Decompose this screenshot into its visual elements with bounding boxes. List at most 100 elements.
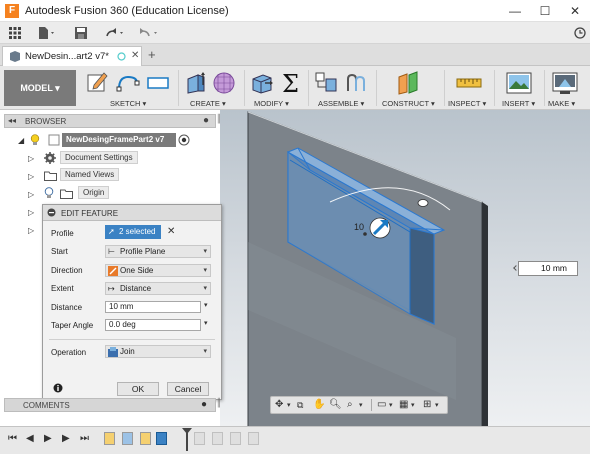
dialog-collapse-icon[interactable] [47,208,56,219]
3d-print-icon[interactable] [552,71,578,94]
play-icon[interactable]: ▶ [44,433,52,444]
display-settings-icon[interactable]: ▭ [377,399,386,410]
dialog-header[interactable]: EDIT FEATURE [43,205,221,221]
origin-item[interactable]: Origin [78,186,110,199]
timeline-suppressed-icon[interactable] [212,432,223,445]
line-arc-icon[interactable] [116,71,140,93]
origin-visibility-bulb-icon[interactable] [44,187,54,201]
construct-group[interactable]: CONSTRUCT ▾ [380,68,442,108]
browser-panel-header[interactable]: ◂◂ BROWSER ● [4,114,216,128]
timeline-marker-handle-icon[interactable] [182,428,192,434]
taper-angle-input[interactable]: 0.0 deg [105,319,201,331]
cancel-button[interactable]: Cancel [167,382,209,396]
new-component-icon[interactable] [314,71,338,93]
orbit-icon[interactable]: ✥ [275,399,283,410]
make-group[interactable]: MAKE ▾ [546,68,586,108]
assemble-menu-label[interactable]: ASSEMBLE ▾ [318,99,364,108]
measure-icon[interactable] [456,71,482,93]
ok-button[interactable]: OK [117,382,159,396]
timeline-sketch-icon[interactable] [140,432,151,445]
modify-group[interactable]: Σ MODIFY ▾ [248,68,306,108]
viewports-icon[interactable]: ⊞ [423,399,431,410]
start-dropdown[interactable]: ⊢ Profile Plane ▾ [105,245,211,258]
inspect-menu-label[interactable]: INSPECT ▾ [448,99,486,108]
browser-splitter-icon[interactable]: ║ [216,114,222,123]
joint-icon[interactable] [344,71,368,93]
taper-caret-icon[interactable]: ▾ [204,319,208,327]
comments-add-icon[interactable]: ● [201,399,207,410]
orbit-caret-icon[interactable]: ▾ [287,401,291,409]
pan-hand-icon[interactable]: ✋ [313,399,325,410]
file-menu-icon[interactable] [36,24,58,42]
sketch-menu-label[interactable]: SKETCH ▾ [110,99,146,108]
close-tab-icon[interactable]: ✕ [131,50,139,61]
expand-bodies-icon[interactable]: ▷ [28,208,34,217]
root-visibility-bulb-icon[interactable] [30,134,40,148]
rectangle-icon[interactable] [146,71,170,93]
timeline-suppressed-icon[interactable] [230,432,241,445]
redo-icon[interactable] [136,24,162,42]
document-settings-item[interactable]: Document Settings [60,151,138,164]
comments-panel-header[interactable]: COMMENTS ● [4,398,216,412]
construct-menu-label[interactable]: CONSTRUCT ▾ [382,99,435,108]
distance-input[interactable]: 10 mm [105,301,201,313]
insert-group[interactable]: INSERT ▾ [498,68,540,108]
undo-icon[interactable] [102,24,128,42]
grid-settings-icon[interactable]: ▦ [399,399,408,410]
direction-dropdown[interactable]: One Side ▾ [105,264,211,277]
expand-origin-icon[interactable]: ▷ [28,190,34,199]
comments-splitter-icon[interactable]: ║ [216,398,222,407]
go-to-start-icon[interactable]: ⏮ [8,433,17,444]
fit-zoom-icon[interactable]: ⌕ [347,399,353,410]
distance-manipulator-input[interactable]: 10 mm [518,261,578,276]
timeline-suppressed-icon[interactable] [194,432,205,445]
named-views-item[interactable]: Named Views [60,168,120,181]
minimize-button[interactable]: — [500,0,530,22]
extrude-icon[interactable] [184,71,208,94]
modify-menu-label[interactable]: MODIFY ▾ [254,99,289,108]
timeline-extrude-icon[interactable] [122,432,133,445]
create-menu-label[interactable]: CREATE ▾ [190,99,226,108]
viewports-caret-icon[interactable]: ▾ [435,401,439,409]
save-icon[interactable] [72,24,90,42]
browser-pin-icon[interactable]: ● [203,115,209,126]
root-collapse-icon[interactable]: ◢ [18,136,24,145]
data-panel-grid-icon[interactable] [6,24,24,42]
extent-dropdown[interactable]: ↦ Distance ▾ [105,282,211,295]
grid-caret-icon[interactable]: ▾ [411,401,415,409]
go-to-end-icon[interactable]: ⏭ [80,433,89,444]
timeline-suppressed-icon[interactable] [248,432,259,445]
new-tab-plus-icon[interactable]: + [148,47,156,62]
timeline-sketch-icon[interactable] [104,432,115,445]
zoom-icon[interactable]: 🔍︎ [329,399,342,410]
step-forward-icon[interactable]: ▶ [62,433,70,444]
expand-document-settings-icon[interactable]: ▷ [28,154,34,163]
offset-plane-icon[interactable] [396,71,420,95]
workspace-switcher[interactable]: MODEL ▾ [4,70,76,106]
inspect-group[interactable]: INSPECT ▾ [448,68,490,108]
clear-selection-icon[interactable]: ✕ [167,226,175,237]
insert-image-icon[interactable] [506,71,532,94]
form-sphere-icon[interactable] [212,71,236,94]
look-at-icon[interactable]: ⧉ [297,400,303,411]
collapse-browser-icon[interactable]: ◂◂ [8,116,16,125]
press-pull-icon[interactable] [250,71,274,94]
info-icon[interactable] [53,383,63,395]
sketch-group[interactable]: SKETCH ▾ [84,68,176,108]
distance-caret-icon[interactable]: ▾ [204,301,208,309]
step-back-icon[interactable]: ◀ [26,433,34,444]
make-menu-label[interactable]: MAKE ▾ [548,99,575,108]
create-sketch-icon[interactable] [86,71,110,93]
expand-named-views-icon[interactable]: ▷ [28,172,34,181]
zoom-caret-icon[interactable]: ▾ [359,401,363,409]
maximize-button[interactable]: ☐ [530,0,560,22]
active-component-radio-icon[interactable] [178,134,190,148]
operation-dropdown[interactable]: Join ▾ [105,345,211,358]
insert-menu-label[interactable]: INSERT ▾ [502,99,535,108]
close-button[interactable]: ✕ [560,0,590,22]
expand-sketches-icon[interactable]: ▷ [28,226,34,235]
timeline-selected-feature-icon[interactable] [156,432,167,445]
assemble-group[interactable]: ASSEMBLE ▾ [312,68,374,108]
root-component-label[interactable]: NewDesingFramePart2 v7 [62,133,176,147]
job-status-clock-icon[interactable] [572,24,588,42]
